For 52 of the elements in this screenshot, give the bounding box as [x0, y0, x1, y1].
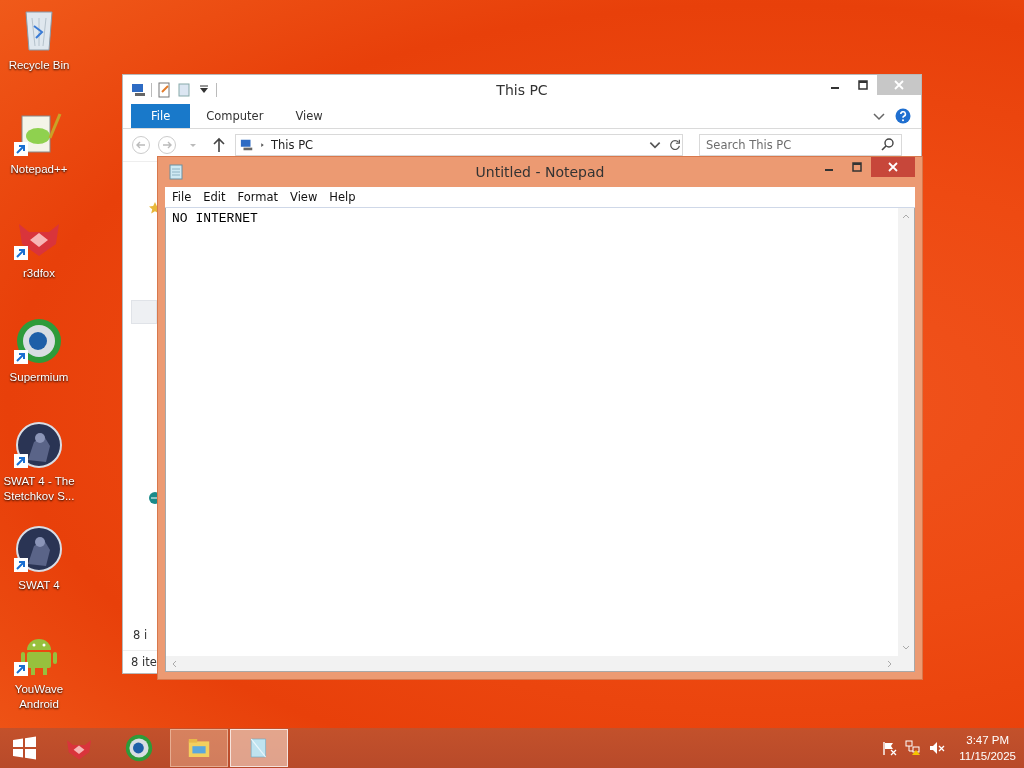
- vertical-scrollbar[interactable]: [898, 208, 914, 656]
- browser-globe-icon[interactable]: [14, 316, 64, 366]
- menu-item[interactable]: Format: [231, 190, 285, 204]
- address-text: This PC: [271, 138, 315, 152]
- flag-icon[interactable]: [881, 740, 898, 756]
- maximize-icon: [852, 162, 862, 172]
- scroll-up-icon: [902, 212, 910, 220]
- minimize-icon: [824, 169, 834, 171]
- ribbon-tab[interactable]: Computer: [190, 104, 280, 128]
- ribbon-tab[interactable]: File: [131, 104, 191, 128]
- network-warning-icon[interactable]: [905, 740, 922, 756]
- breadcrumb-arrow-icon: [260, 141, 265, 149]
- clock-button[interactable]: 3:47 PM 11/15/2025: [959, 732, 1016, 764]
- browser-globe-icon: [124, 733, 154, 763]
- computer-icon: [240, 138, 254, 152]
- speaker-muted-icon[interactable]: [929, 740, 946, 756]
- desktop-icon-label[interactable]: r3dfox: [0, 266, 78, 281]
- close-icon: [894, 80, 904, 90]
- search-icon[interactable]: [880, 137, 896, 153]
- desktop-icon-label[interactable]: YouWave Android: [0, 682, 78, 712]
- menu-item[interactable]: View: [284, 190, 324, 204]
- window-title: This PC: [496, 81, 548, 98]
- pane-text: 8 i: [133, 628, 149, 642]
- desktop-icon-label[interactable]: SWAT 4: [0, 578, 78, 593]
- menu-item[interactable]: File: [165, 190, 198, 204]
- horizontal-scrollbar[interactable]: [166, 656, 898, 671]
- search-field[interactable]: Search This PC: [699, 134, 902, 156]
- window-title: Untitled - Notepad: [475, 164, 605, 180]
- status-text: 8 ite: [131, 655, 157, 669]
- address-bar[interactable]: This PC: [235, 134, 683, 156]
- scroll-left-icon: [170, 659, 178, 668]
- desktop-icon-label[interactable]: SWAT 4 - The Stetchkov S...: [0, 474, 78, 504]
- desktop-icon-label[interactable]: Notepad++: [0, 162, 78, 177]
- minimize-icon: [830, 87, 840, 89]
- game-soldier-icon[interactable]: [14, 420, 64, 470]
- menu-item[interactable]: Edit: [197, 190, 232, 204]
- close-button[interactable]: [871, 157, 915, 177]
- close-icon: [888, 162, 898, 172]
- desktop-icon-label[interactable]: Recycle Bin: [0, 58, 78, 73]
- refresh-icon[interactable]: [668, 138, 682, 152]
- desktop-icon-label[interactable]: Supermium: [0, 370, 78, 385]
- maximize-icon: [858, 80, 868, 90]
- properties-icon[interactable]: [156, 81, 172, 98]
- help-icon[interactable]: [895, 108, 911, 124]
- ribbon-tab[interactable]: View: [279, 104, 339, 128]
- game-soldier-icon[interactable]: [14, 524, 64, 574]
- computer-icon[interactable]: [131, 81, 147, 98]
- menu-item[interactable]: Help: [323, 190, 362, 204]
- scroll-down-icon: [902, 644, 910, 652]
- time-text: 3:47 PM: [966, 733, 1010, 748]
- scroll-right-icon: [886, 659, 894, 668]
- date-text: 11/15/2025: [959, 749, 1016, 764]
